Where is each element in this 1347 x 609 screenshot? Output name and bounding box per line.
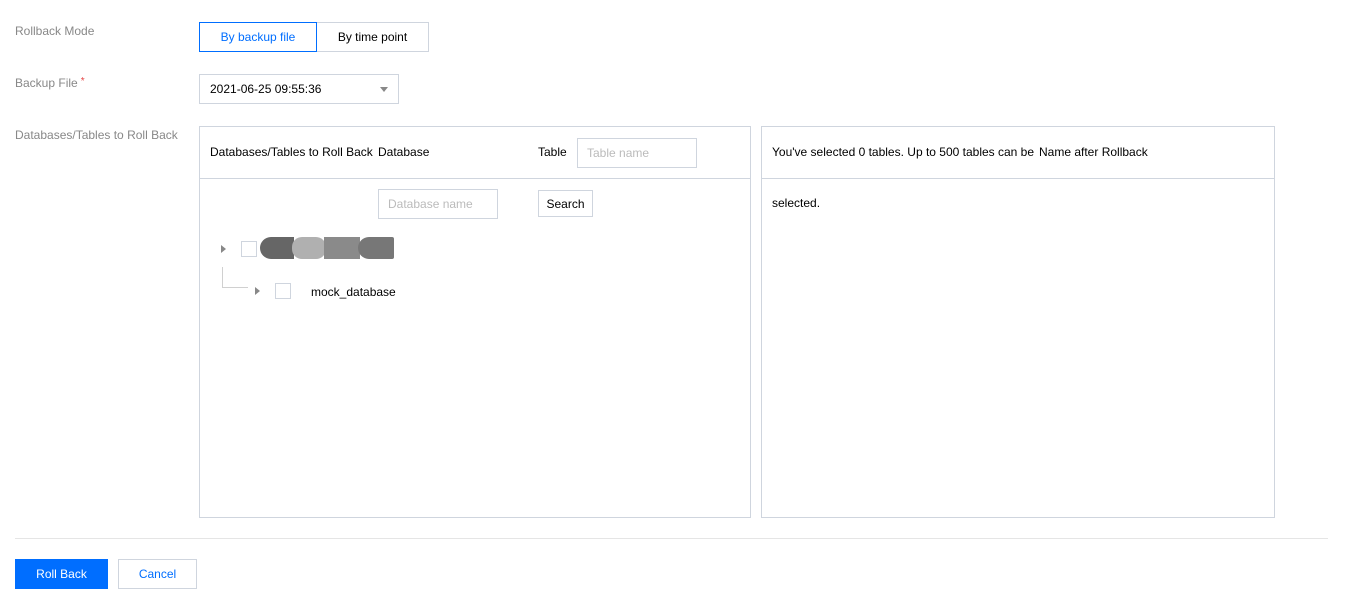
tree-child-expand-icon[interactable] <box>255 287 260 295</box>
backup-file-value: 2021-06-25 09:55:36 <box>210 82 322 96</box>
cancel-button[interactable]: Cancel <box>118 559 197 589</box>
source-panel-body: Search mock_database <box>200 179 750 517</box>
by-time-point-button[interactable]: By time point <box>317 22 429 52</box>
redacted-instance-name <box>260 237 394 259</box>
search-button[interactable]: Search <box>538 190 593 217</box>
selected-count-text: You've selected 0 tables. Up to 500 tabl… <box>772 145 1035 159</box>
tree-connector-horizontal <box>222 287 248 288</box>
tree-expand-icon[interactable] <box>221 245 226 253</box>
database-column-label: Database <box>378 145 430 159</box>
tree-connector-vertical <box>222 267 223 287</box>
source-panel-header: Databases/Tables to Roll Back Database T… <box>200 127 750 179</box>
roll-back-button[interactable]: Roll Back <box>15 559 108 589</box>
selected-count-text-continued: selected. <box>772 196 821 210</box>
rollback-mode-label: Rollback Mode <box>15 24 95 38</box>
table-column-label: Table <box>538 145 567 159</box>
database-name-input[interactable] <box>378 189 498 219</box>
table-name-input[interactable] <box>577 138 697 168</box>
tree-root-checkbox[interactable] <box>241 241 257 257</box>
rollback-mode-toggle: By backup file By time point <box>199 22 429 52</box>
source-panel-title: Databases/Tables to Roll Back <box>210 145 373 159</box>
tree-child-checkbox[interactable] <box>275 283 291 299</box>
selected-panel-body: selected. <box>762 179 1274 517</box>
backup-file-select[interactable]: 2021-06-25 09:55:36 <box>199 74 399 104</box>
databases-tables-label: Databases/Tables to Roll Back <box>15 128 178 142</box>
chevron-down-icon <box>380 87 388 92</box>
selected-panel: You've selected 0 tables. Up to 500 tabl… <box>761 126 1275 518</box>
by-backup-file-button[interactable]: By backup file <box>199 22 317 52</box>
source-panel: Databases/Tables to Roll Back Database T… <box>199 126 751 518</box>
required-mark: * <box>80 76 85 87</box>
selected-panel-header: You've selected 0 tables. Up to 500 tabl… <box>762 127 1274 179</box>
backup-file-label: Backup File * <box>15 76 85 90</box>
name-after-rollback-column-label: Name after Rollback <box>1039 145 1148 159</box>
footer-divider <box>15 538 1328 539</box>
tree-child-label: mock_database <box>311 285 396 299</box>
backup-file-label-text: Backup File <box>15 76 78 90</box>
